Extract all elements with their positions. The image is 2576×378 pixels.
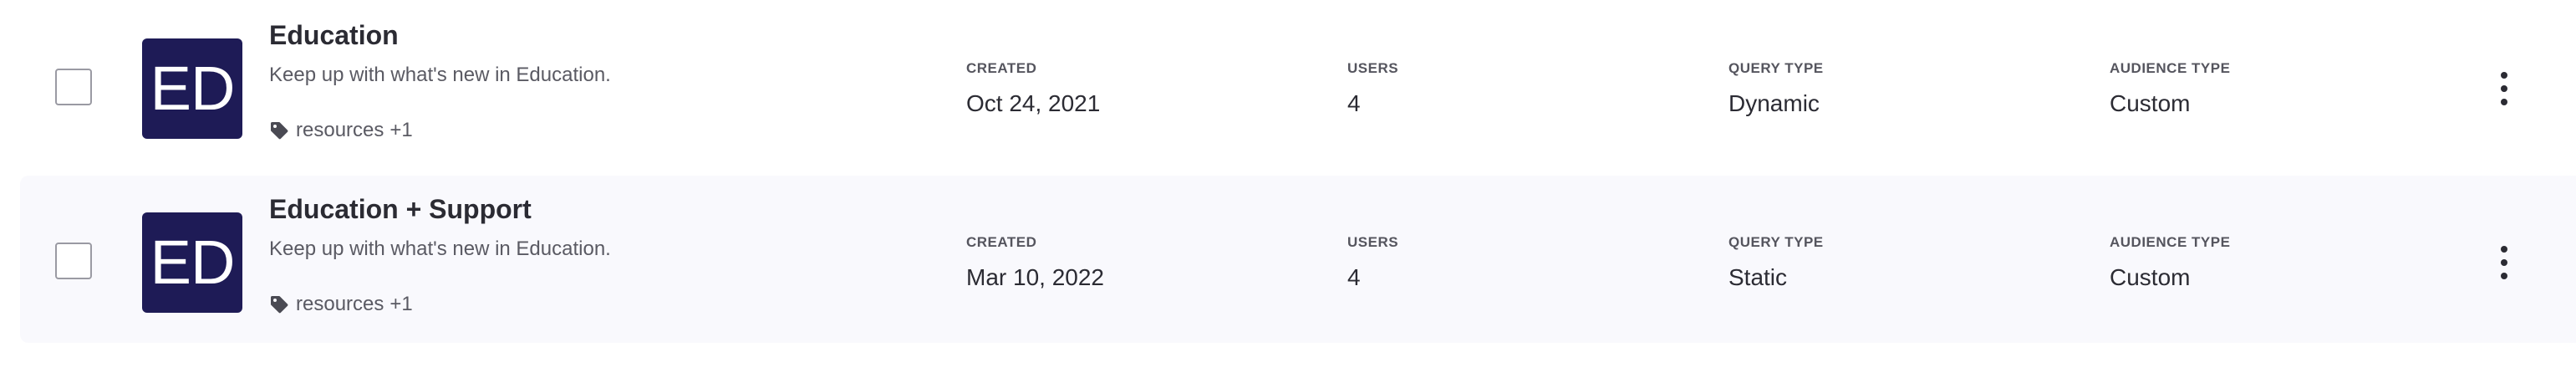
- audience-avatar: ED: [142, 38, 242, 139]
- row-select-checkbox[interactable]: [55, 69, 92, 105]
- tag-label: resources: [296, 293, 384, 315]
- query-type-column: QUERY TYPE Static: [1728, 234, 1824, 291]
- audience-row[interactable]: ED Education + Support Keep up with what…: [20, 176, 2576, 343]
- users-label: USERS: [1347, 234, 1399, 250]
- query-type-value: Dynamic: [1728, 90, 1820, 116]
- users-value: 4: [1347, 90, 1361, 116]
- tag-label: resources: [296, 119, 384, 141]
- audience-type-value: Custom: [2110, 264, 2191, 290]
- created-column: CREATED Mar 10, 2022: [966, 234, 1104, 291]
- users-label: USERS: [1347, 60, 1399, 76]
- audience-name[interactable]: Education: [269, 20, 399, 51]
- more-vertical-icon: [2501, 259, 2507, 266]
- created-label: CREATED: [966, 60, 1037, 76]
- audience-list: ED Education Keep up with what's new in …: [0, 0, 2576, 378]
- query-type-label: QUERY TYPE: [1728, 234, 1824, 250]
- more-vertical-icon: [2501, 246, 2507, 253]
- audience-tags[interactable]: resources +1: [269, 119, 413, 142]
- avatar-initials: ED: [150, 54, 236, 123]
- tag-more-count: +1: [389, 119, 413, 141]
- audience-tags[interactable]: resources +1: [269, 293, 413, 316]
- query-type-label: QUERY TYPE: [1728, 60, 1824, 76]
- audience-type-label: AUDIENCE TYPE: [2110, 234, 2231, 250]
- avatar-initials: ED: [150, 227, 236, 297]
- audience-description: Keep up with what's new in Education.: [269, 238, 611, 260]
- audience-type-column: AUDIENCE TYPE Custom: [2110, 60, 2230, 117]
- audience-description: Keep up with what's new in Education.: [269, 64, 611, 86]
- created-value: Mar 10, 2022: [966, 264, 1104, 290]
- users-column: USERS 4: [1347, 234, 1398, 291]
- audience-type-label: AUDIENCE TYPE: [2110, 60, 2231, 76]
- audience-name[interactable]: Education + Support: [269, 194, 532, 225]
- audience-type-column: AUDIENCE TYPE Custom: [2110, 234, 2230, 291]
- users-column: USERS 4: [1347, 60, 1398, 117]
- row-select-checkbox[interactable]: [55, 243, 92, 279]
- query-type-value: Static: [1728, 264, 1788, 290]
- more-options-button[interactable]: [2487, 241, 2521, 284]
- created-column: CREATED Oct 24, 2021: [966, 60, 1100, 117]
- created-label: CREATED: [966, 234, 1037, 250]
- tag-icon: [271, 122, 288, 140]
- audience-type-value: Custom: [2110, 90, 2191, 116]
- more-vertical-icon: [2501, 85, 2507, 92]
- more-vertical-icon: [2501, 72, 2507, 79]
- tag-icon: [271, 296, 288, 314]
- users-value: 4: [1347, 264, 1361, 290]
- created-value: Oct 24, 2021: [966, 90, 1101, 116]
- tag-more-count: +1: [389, 293, 413, 315]
- audience-avatar: ED: [142, 212, 242, 313]
- more-vertical-icon: [2501, 99, 2507, 105]
- audience-row[interactable]: ED Education Keep up with what's new in …: [20, 2, 2576, 169]
- more-options-button[interactable]: [2487, 67, 2521, 110]
- query-type-column: QUERY TYPE Dynamic: [1728, 60, 1824, 117]
- more-vertical-icon: [2501, 273, 2507, 279]
